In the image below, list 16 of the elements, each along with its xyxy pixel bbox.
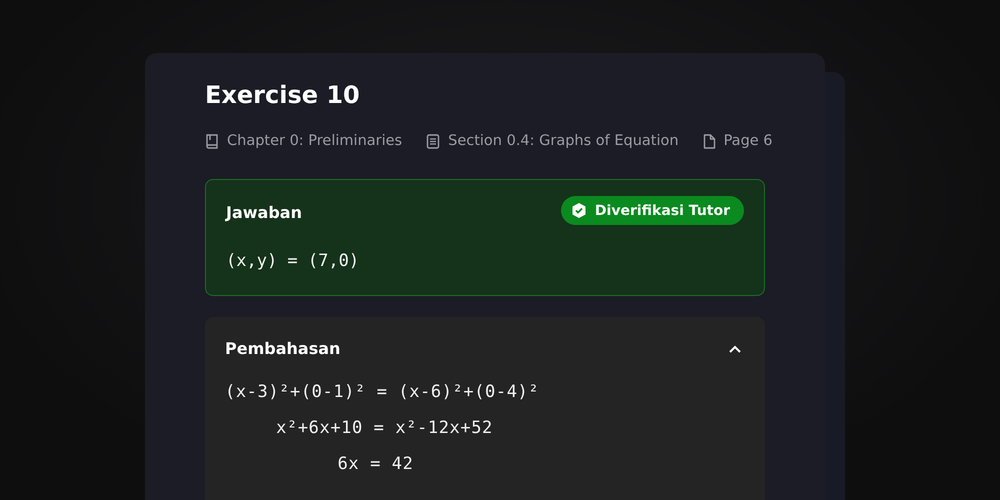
document-lines-icon [426,134,440,148]
answer-text: (x,y) = (7,0) [226,251,360,271]
equation-line: x²+6x+10 = x²-12x+52 [276,418,493,438]
book-icon [205,134,219,148]
equation-line: (x-3)²+(0-1)² = (x-6)²+(0-4)² [225,382,540,402]
chevron-icon[interactable] [729,344,741,352]
breadcrumb-text: Chapter 0: Preliminaries [227,133,402,149]
exercise-title: Exercise 10 [205,81,361,109]
equation-line: 6x = 42 [338,454,414,474]
breadcrumb-text: Page 6 [724,133,773,149]
answer-heading: Jawaban [226,203,302,222]
verified-badge: Diverifikasi Tutor [560,196,744,225]
breadcrumb-text: Section 0.4: Graphs of Equation [448,133,679,149]
shield-check-icon [570,202,587,219]
page-icon [702,134,716,148]
solution-heading: Pembahasan [225,339,340,358]
